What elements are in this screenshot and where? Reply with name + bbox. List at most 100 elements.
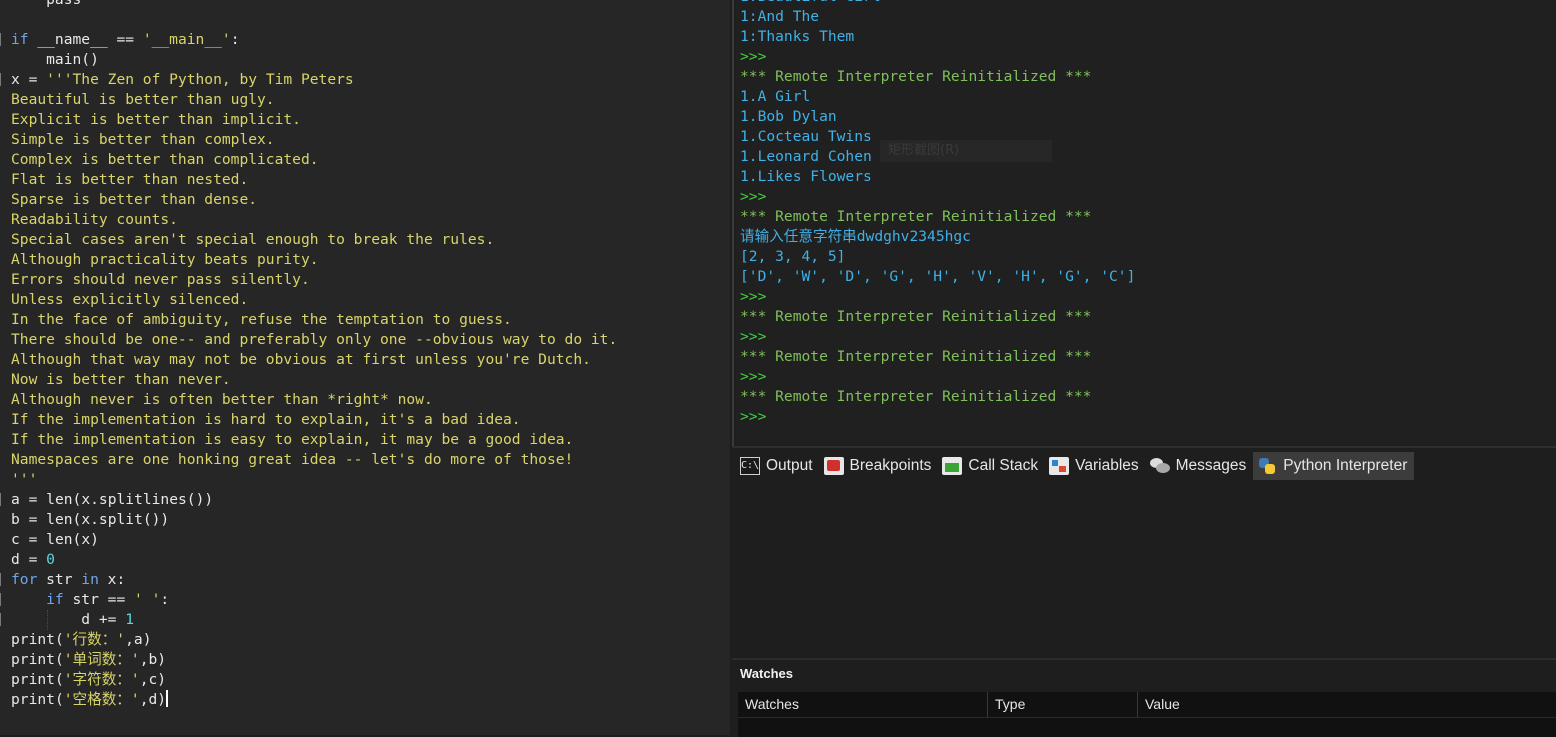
watch-table[interactable]: Watches Type Value (738, 692, 1556, 737)
code-line[interactable]: Flat is better than nested. (11, 170, 617, 190)
code-line[interactable]: If the implementation is hard to explain… (11, 410, 617, 430)
fold-marker-icon[interactable] (0, 593, 4, 606)
python-interpreter-console[interactable]: 1:Beautiful Girl1:And The 1:Thanks Them >>… (736, 0, 1556, 445)
call-stack-icon (942, 457, 963, 475)
code-token: if (11, 591, 64, 608)
code-token: In the face of ambiguity, refuse the tem… (11, 311, 512, 328)
column-watches[interactable]: Watches (738, 692, 988, 717)
code-line[interactable]: print('单词数：',b) (11, 650, 617, 670)
code-token: : (230, 31, 240, 48)
code-token: split (98, 511, 143, 528)
interpreter-reinit-message: *** Remote Interpreter Reinitialized *** (740, 208, 1092, 225)
code-line[interactable]: Unless explicitly silenced. (11, 290, 617, 310)
code-line[interactable]: Beautiful is better than ugly. (11, 90, 617, 110)
code-line[interactable]: Although that way may not be obvious at … (11, 350, 617, 370)
code-token: Simple is better than complex. (11, 131, 275, 148)
code-line[interactable]: b = len(x.split()) (11, 510, 617, 530)
code-line[interactable]: Sparse is better than dense. (11, 190, 617, 210)
code-line[interactable] (11, 10, 617, 30)
fold-marker-icon[interactable] (0, 33, 4, 46)
code-line[interactable]: If the implementation is easy to explain… (11, 430, 617, 450)
tab-label: Python Interpreter (1283, 457, 1408, 474)
code-line[interactable]: Explicit is better than implicit. (11, 110, 617, 130)
code-token: Sparse is better than dense. (11, 191, 258, 208)
code-line[interactable]: print('字符数：',c) (11, 670, 617, 690)
code-line[interactable]: ''' (11, 470, 617, 490)
code-line[interactable]: Readability counts. (11, 210, 617, 230)
code-line[interactable]: There should be one-- and preferably onl… (11, 330, 617, 350)
code-token: __name__ (28, 31, 117, 48)
fold-marker-icon[interactable] (0, 493, 4, 506)
code-token: Now is better than never. (11, 371, 231, 388)
code-token: If the implementation is hard to explain… (11, 411, 521, 428)
code-line[interactable]: pass (11, 0, 617, 10)
code-line[interactable]: d = 0 (11, 550, 617, 570)
code-token: main (11, 51, 82, 68)
code-line[interactable]: Special cases aren't special enough to b… (11, 230, 617, 250)
code-line[interactable]: a = len(x.splitlines()) (0, 490, 617, 510)
messages-icon (1149, 457, 1170, 475)
column-type[interactable]: Type (988, 692, 1138, 717)
interpreter-prompt: >>> (740, 48, 767, 65)
code-line[interactable]: x = '''The Zen of Python, by Tim Peters (0, 70, 617, 90)
code-token: ( (72, 531, 82, 548)
code-token: 0 (37, 551, 55, 568)
watch-table-header: Watches Type Value (738, 692, 1556, 718)
code-line[interactable]: c = len(x) (11, 530, 617, 550)
tab-variables[interactable]: Variables (1045, 452, 1145, 480)
code-token: x (81, 511, 91, 528)
code-token: str (37, 571, 82, 588)
code-token: += (98, 611, 117, 628)
code-token: ) (157, 651, 167, 668)
tab-call-stack[interactable]: Call Stack (938, 452, 1045, 480)
tab-messages[interactable]: Messages (1146, 452, 1254, 480)
code-line[interactable]: if __name__ == '__main__': (0, 30, 617, 50)
fold-marker-icon[interactable] (0, 73, 4, 86)
code-token: , (125, 631, 134, 648)
code-line[interactable]: Namespaces are one honking great idea --… (11, 450, 617, 470)
code-token: b (11, 511, 29, 528)
code-token: : (116, 571, 126, 588)
interpreter-output: 1:Beautiful Girl1:And The 1:Thanks Them >>… (740, 0, 1135, 427)
code-token: Flat is better than nested. (11, 171, 249, 188)
code-token: '行数：' (63, 631, 126, 648)
code-token: print (11, 671, 55, 688)
interpreter-output-line: [2, 3, 4, 5] (740, 248, 846, 265)
fold-marker-icon[interactable] (0, 573, 4, 586)
code-token: Namespaces are one honking great idea --… (11, 451, 574, 468)
code-line[interactable]: Errors should never pass silently. (11, 270, 617, 290)
interpreter-reinit-message: *** Remote Interpreter Reinitialized *** (740, 68, 1092, 85)
fold-marker-icon[interactable] (0, 613, 4, 626)
code-line[interactable]: Although never is often better than *rig… (11, 390, 617, 410)
column-value[interactable]: Value (1138, 692, 1556, 717)
text-cursor (166, 690, 169, 707)
code-line[interactable]: for str in x: (0, 570, 617, 590)
code-line[interactable]: if str == ' ': (0, 590, 617, 610)
code-token: len (37, 531, 73, 548)
code-token: '字符数：' (63, 671, 140, 688)
code-line[interactable]: main() (11, 50, 617, 70)
indent-guide (47, 610, 48, 630)
code-line[interactable]: Simple is better than complex. (11, 130, 617, 150)
code-line[interactable]: Now is better than never. (11, 370, 617, 390)
tool-tabs: C:\ Output Breakpoints Call Stack Variables M… (736, 452, 1415, 480)
code-line[interactable]: In the face of ambiguity, refuse the tem… (11, 310, 617, 330)
interpreter-reinit-message: *** Remote Interpreter Reinitialized *** (740, 348, 1092, 365)
code-line[interactable]: print('空格数：',d) (11, 690, 617, 710)
code-token: ' ' (125, 591, 161, 608)
code-line[interactable]: Although practicality beats purity. (11, 250, 617, 270)
code-line[interactable]: print('行数：',a) (11, 630, 617, 650)
panel-divider[interactable] (732, 0, 734, 485)
code-token: == (107, 591, 126, 608)
interpreter-prompt: >>> (740, 368, 767, 385)
code-line[interactable]: d += 1 (0, 610, 617, 630)
tab-breakpoints[interactable]: Breakpoints (820, 452, 939, 480)
tab-output[interactable]: C:\ Output (736, 452, 820, 480)
code-token: b (148, 651, 158, 668)
code-token: c (11, 531, 29, 548)
tab-python-interpreter[interactable]: Python Interpreter (1253, 452, 1415, 480)
code-content[interactable]: passif __name__ == '__main__': main()x =… (0, 0, 617, 710)
interpreter-output-line: 1:Beautiful Girl (740, 0, 1135, 7)
code-line[interactable]: Complex is better than complicated. (11, 150, 617, 170)
code-editor[interactable]: passif __name__ == '__main__': main()x =… (0, 0, 730, 735)
